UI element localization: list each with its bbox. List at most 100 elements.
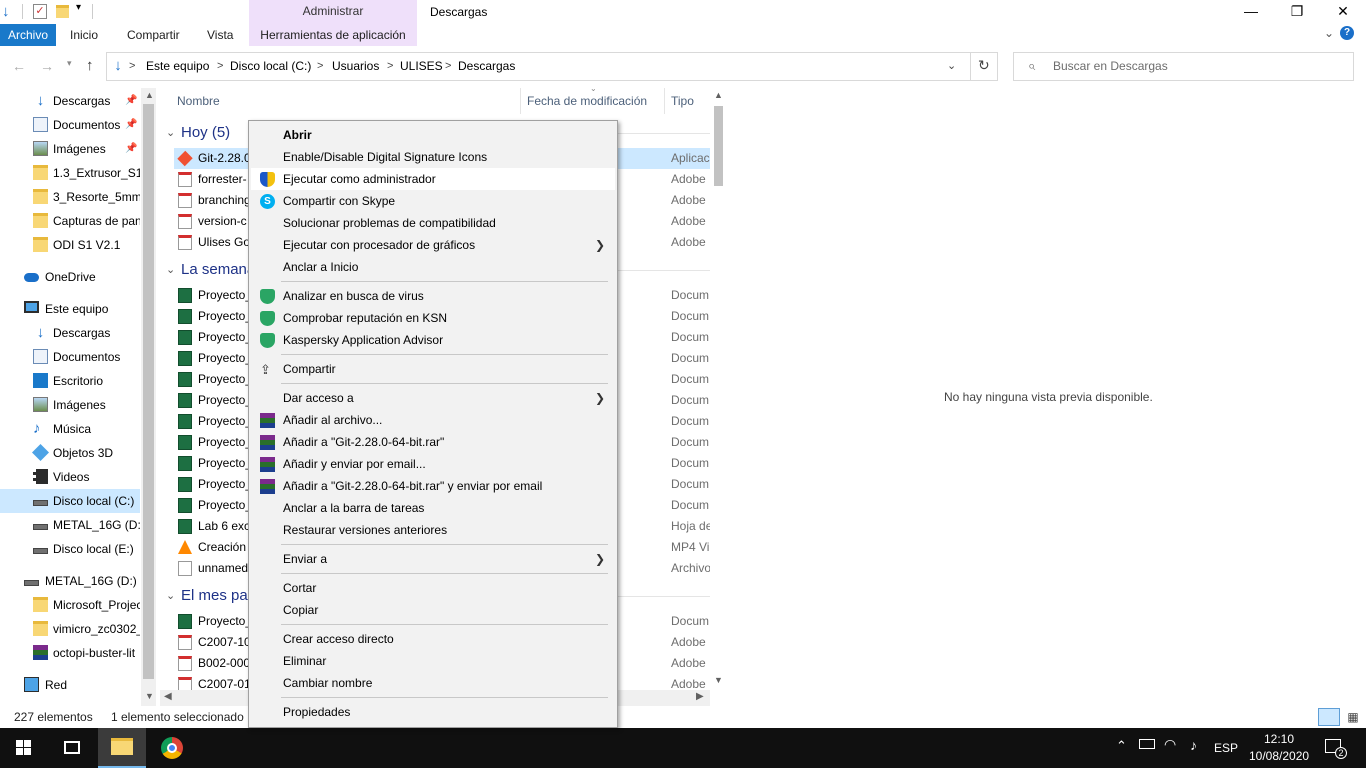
sidebar-item-onedrive[interactable]: OneDrive	[0, 265, 140, 289]
scroll-down-icon[interactable]: ▼	[714, 675, 723, 685]
menu-item-cambiar-nombre[interactable]: Cambiar nombre	[251, 672, 615, 694]
breadcrumb-disco-local[interactable]: Disco local (C:)	[230, 53, 311, 80]
menu-item-analizar-en-busca-de-virus[interactable]: Analizar en busca de virus	[251, 285, 615, 307]
battery-icon[interactable]	[1139, 739, 1155, 749]
breadcrumb-este-equipo[interactable]: Este equipo	[146, 53, 209, 80]
close-button[interactable]: ✕	[1320, 0, 1366, 24]
chevron-down-icon[interactable]: ⌄	[166, 121, 175, 145]
tab-herramientas-de-aplicacion[interactable]: Herramientas de aplicación	[249, 24, 417, 46]
breadcrumb-separator[interactable]: >	[387, 53, 393, 80]
column-header-name[interactable]: Nombre	[177, 88, 220, 114]
sidebar-item-odi-s1-v2-1[interactable]: ODI S1 V2.1	[0, 233, 140, 257]
chrome-taskbar-button[interactable]	[148, 728, 196, 768]
properties-check-icon[interactable]: ✓	[33, 4, 47, 19]
menu-item-anadir-y-enviar-por-email[interactable]: Añadir y enviar por email...	[251, 453, 615, 475]
scroll-down-icon[interactable]: ▼	[145, 691, 154, 701]
back-arrow-icon[interactable]: ←	[12, 58, 26, 74]
volume-icon[interactable]: ♪	[1190, 737, 1197, 753]
menu-item-enable-disable-digital-signature-icons[interactable]: Enable/Disable Digital Signature Icons	[251, 146, 615, 168]
scroll-up-icon[interactable]: ▲	[714, 90, 723, 100]
breadcrumb-descargas[interactable]: Descargas	[458, 53, 515, 80]
sidebar-item-capturas-de-pan[interactable]: Capturas de pan	[0, 209, 140, 233]
pin-icon[interactable]: 📌	[125, 89, 137, 113]
breadcrumb-usuarios[interactable]: Usuarios	[332, 53, 379, 80]
new-folder-icon[interactable]	[56, 5, 69, 18]
maximize-button[interactable]: ❐	[1274, 0, 1320, 24]
sidebar-item-descargas[interactable]: ↓ Descargas 📌	[0, 89, 140, 113]
pin-icon[interactable]: 📌	[125, 137, 137, 161]
scrollbar-thumb[interactable]	[143, 104, 154, 679]
sidebar-item-videos[interactable]: Videos	[0, 465, 140, 489]
menu-item-crear-acceso-directo[interactable]: Crear acceso directo	[251, 628, 615, 650]
address-bar[interactable]: ↓ > Este equipo > Disco local (C:) > Usu…	[106, 52, 998, 81]
file-explorer-taskbar-button[interactable]	[98, 728, 146, 768]
large-icons-view-button[interactable]: ▦	[1344, 708, 1362, 726]
menu-item-abrir[interactable]: Abrir	[251, 124, 615, 146]
sidebar-item-octopi-buster-lit[interactable]: octopi-buster-lit	[0, 641, 140, 665]
nav-scrollbar[interactable]: ▲ ▼	[141, 88, 156, 706]
sidebar-item-metal-16g-d[interactable]: METAL_16G (D:)	[0, 513, 140, 537]
address-dropdown-icon[interactable]: ⌄	[947, 59, 956, 72]
help-icon[interactable]: ?	[1340, 26, 1354, 40]
menu-item-eliminar[interactable]: Eliminar	[251, 650, 615, 672]
sidebar-item-objetos-3d[interactable]: Objetos 3D	[0, 441, 140, 465]
tab-compartir[interactable]: Compartir	[119, 24, 188, 46]
sidebar-item-escritorio[interactable]: Escritorio	[0, 369, 140, 393]
sidebar-item-im-genes[interactable]: Imágenes	[0, 393, 140, 417]
customize-toolbar-icon[interactable]: ▾	[76, 2, 81, 13]
clock-date[interactable]: 10/08/2020	[1249, 749, 1309, 763]
menu-item-ejecutar-con-procesador-de-graficos[interactable]: Ejecutar con procesador de gráficos ❯	[251, 234, 615, 256]
sidebar-item-disco-local-c[interactable]: Disco local (C:)	[0, 489, 140, 513]
details-view-button[interactable]	[1318, 708, 1340, 726]
sidebar-item-3-resorte-5mm[interactable]: 3_Resorte_5mm_	[0, 185, 140, 209]
breadcrumb-separator[interactable]: >	[217, 53, 223, 80]
start-button[interactable]	[0, 728, 48, 768]
menu-item-solucionar-problemas-de-compatibilidad[interactable]: Solucionar problemas de compatibilidad	[251, 212, 615, 234]
quick-access-download-icon[interactable]: ↓	[2, 3, 16, 20]
column-header-type[interactable]: Tipo	[671, 88, 694, 114]
up-arrow-icon[interactable]: ↑	[86, 57, 94, 74]
clock-time[interactable]: 12:10	[1264, 732, 1294, 746]
search-box[interactable]: ⌕ Buscar en Descargas	[1013, 52, 1354, 81]
menu-item-dar-acceso-a[interactable]: Dar acceso a ❯	[251, 387, 615, 409]
menu-item-anadir-a-git-2-28-0-64-bit-rar[interactable]: Añadir a "Git-2.28.0-64-bit.rar"	[251, 431, 615, 453]
sidebar-item-im-genes[interactable]: Imágenes 📌	[0, 137, 140, 161]
scrollbar-thumb[interactable]	[714, 106, 723, 186]
menu-item-enviar-a[interactable]: Enviar a ❯	[251, 548, 615, 570]
scroll-up-icon[interactable]: ▲	[145, 90, 154, 100]
menu-item-compartir[interactable]: ⇪ Compartir	[251, 358, 615, 380]
menu-item-kaspersky-application-advisor[interactable]: Kaspersky Application Advisor	[251, 329, 615, 351]
menu-item-comprobar-reputacion-en-ksn[interactable]: Comprobar reputación en KSN	[251, 307, 615, 329]
breadcrumb-ulises[interactable]: ULISES	[400, 53, 443, 80]
sidebar-item-red[interactable]: Red	[0, 673, 140, 697]
pin-icon[interactable]: 📌	[125, 113, 137, 137]
sidebar-item-microsoft-projec[interactable]: Microsoft_Projec	[0, 593, 140, 617]
tab-archivo[interactable]: Archivo	[0, 24, 56, 46]
language-indicator[interactable]: ESP	[1214, 728, 1238, 768]
task-view-button[interactable]	[48, 728, 96, 768]
minimize-button[interactable]: —	[1228, 0, 1274, 24]
menu-item-anadir-al-archivo[interactable]: Añadir al archivo...	[251, 409, 615, 431]
sidebar-item-1-3-extrusor-s1[interactable]: 1.3_Extrusor_S1_	[0, 161, 140, 185]
breadcrumb-separator[interactable]: >	[445, 53, 451, 80]
chevron-down-icon[interactable]: ⌄	[166, 258, 175, 282]
menu-item-anclar-a-inicio[interactable]: Anclar a Inicio	[251, 256, 615, 278]
sidebar-item-m-sica[interactable]: ♪ Música	[0, 417, 140, 441]
breadcrumb-separator[interactable]: >	[129, 53, 135, 80]
sidebar-item-descargas[interactable]: ↓ Descargas	[0, 321, 140, 345]
menu-item-propiedades[interactable]: Propiedades	[251, 701, 615, 723]
expand-ribbon-icon[interactable]: ⌄	[1324, 26, 1334, 40]
wifi-icon[interactable]: ◠	[1164, 736, 1176, 753]
sidebar-item-metal-16g-d[interactable]: METAL_16G (D:)	[0, 569, 140, 593]
forward-arrow-icon[interactable]: →	[40, 58, 54, 74]
menu-item-compartir-con-skype[interactable]: S Compartir con Skype	[251, 190, 615, 212]
recent-locations-icon[interactable]: ▾	[67, 58, 72, 69]
scroll-right-icon[interactable]: ▶	[696, 691, 704, 702]
menu-item-ejecutar-como-administrador[interactable]: Ejecutar como administrador	[251, 168, 615, 190]
menu-item-anclar-a-la-barra-de-tareas[interactable]: Anclar a la barra de tareas	[251, 497, 615, 519]
scroll-left-icon[interactable]: ◀	[164, 691, 172, 702]
menu-item-copiar[interactable]: Copiar	[251, 599, 615, 621]
sidebar-item-documentos[interactable]: Documentos	[0, 345, 140, 369]
tab-inicio[interactable]: Inicio	[62, 24, 106, 46]
sidebar-item-vimicro-zc0302[interactable]: vimicro_zc0302_	[0, 617, 140, 641]
